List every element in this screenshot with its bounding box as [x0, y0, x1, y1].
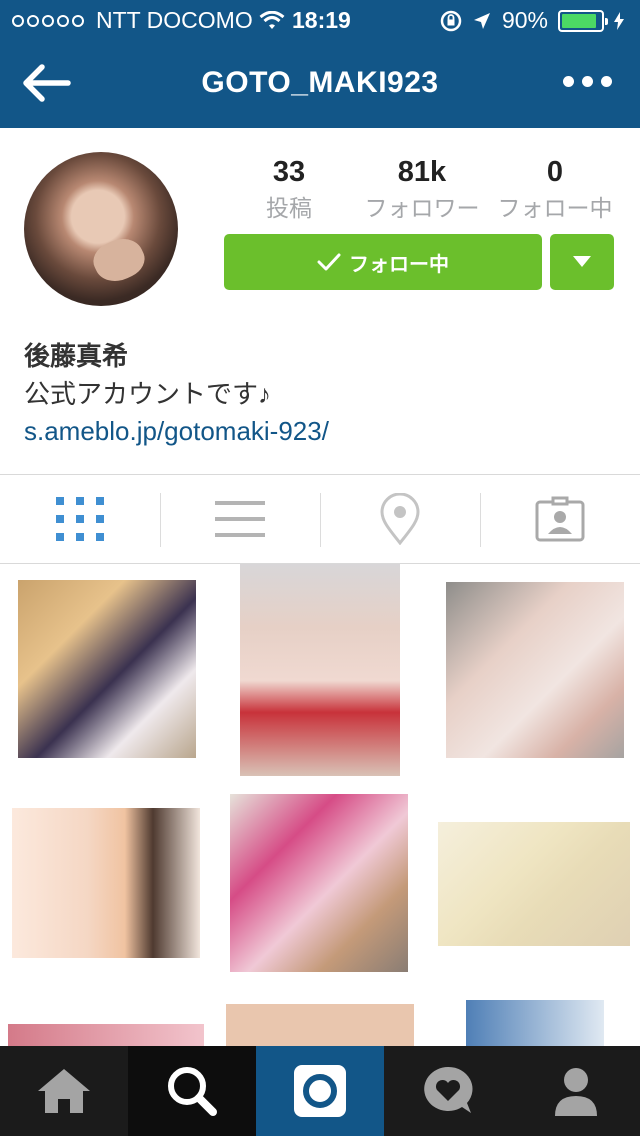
- nav-profile-button[interactable]: [512, 1046, 640, 1136]
- page-title: GOTO_MAKI923: [201, 66, 439, 99]
- tab-list-view[interactable]: [160, 475, 320, 563]
- location-services-icon: [473, 12, 490, 29]
- top-bar: NTT DOCOMO 18:19 90% GOTO_MAKI923: [0, 0, 640, 128]
- activity-icon: [424, 1066, 473, 1113]
- more-dot-icon: [582, 76, 593, 87]
- post-thumbnail[interactable]: [240, 564, 400, 776]
- charging-bolt-icon: [614, 11, 624, 30]
- signal-strength-icon: [12, 14, 84, 27]
- battery-icon: [558, 9, 608, 32]
- nav-explore-button[interactable]: [128, 1046, 256, 1136]
- checkmark-icon: [317, 253, 341, 271]
- post-thumbnail[interactable]: [230, 794, 408, 972]
- tagged-icon: [535, 496, 585, 542]
- search-icon: [168, 1067, 217, 1116]
- post-thumbnail[interactable]: [438, 822, 630, 946]
- avatar[interactable]: [24, 152, 178, 306]
- wifi-icon: [259, 10, 285, 29]
- carrier-label: NTT DOCOMO: [96, 7, 253, 33]
- more-dot-icon: [601, 76, 612, 87]
- post-thumbnail[interactable]: [18, 580, 196, 758]
- nav-camera-button[interactable]: [256, 1046, 384, 1136]
- location-icon: [380, 493, 420, 545]
- battery-percent: 90%: [501, 7, 548, 33]
- suggestions-dropdown-button[interactable]: [550, 234, 614, 290]
- following-button-label: フォロー中: [349, 253, 449, 276]
- stat-label: 投稿: [266, 195, 312, 221]
- profile-website-link[interactable]: s.ameblo.jp/gotomaki-923/: [24, 416, 329, 447]
- rotation-lock-icon: [440, 10, 462, 31]
- profile-view-tabs: [0, 474, 640, 564]
- profile-icon: [555, 1068, 597, 1116]
- home-icon: [38, 1069, 90, 1113]
- status-bar: NTT DOCOMO 18:19 90%: [0, 0, 640, 40]
- stat-value: 0: [546, 156, 564, 188]
- grid-icon: [56, 497, 104, 541]
- camera-icon: [294, 1065, 346, 1117]
- profile-bio: 公式アカウントです♪: [24, 379, 272, 409]
- post-thumbnail[interactable]: [12, 808, 200, 958]
- stat-label: フォロー中: [497, 195, 613, 221]
- stat-followers[interactable]: 81k フォロワー: [354, 156, 490, 223]
- caret-down-icon: [573, 256, 591, 267]
- post-thumbnail[interactable]: [446, 582, 624, 758]
- stat-label: フォロワー: [364, 195, 480, 221]
- nav-home-button[interactable]: [0, 1046, 128, 1136]
- more-options-button[interactable]: [563, 76, 612, 87]
- stat-following[interactable]: 0 フォロー中: [490, 156, 620, 223]
- tab-photo-map[interactable]: [320, 475, 480, 563]
- profile-name: 後藤真希: [24, 341, 129, 371]
- battery-fill: [562, 13, 597, 28]
- bottom-tab-bar: [0, 1046, 640, 1136]
- tab-grid-view[interactable]: [0, 475, 160, 563]
- tab-tagged-photos[interactable]: [480, 475, 640, 563]
- status-time: 18:19: [292, 7, 351, 33]
- nav-activity-button[interactable]: [384, 1046, 512, 1136]
- stat-posts[interactable]: 33 投稿: [224, 156, 354, 223]
- stat-value: 33: [272, 156, 306, 188]
- stat-value: 81k: [397, 156, 447, 188]
- following-button[interactable]: フォロー中: [224, 234, 542, 290]
- profile-stats: 33 投稿 81k フォロワー 0 フォロー中: [224, 156, 620, 223]
- list-icon: [215, 501, 265, 537]
- more-dot-icon: [563, 76, 574, 87]
